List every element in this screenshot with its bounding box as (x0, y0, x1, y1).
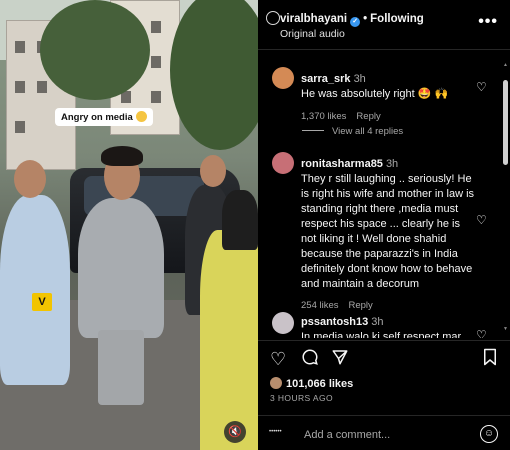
audio-link[interactable]: Original audio (280, 28, 345, 40)
posted-time[interactable]: 3 HOURS AGO (270, 393, 333, 403)
post-header: viralbhayani ✓ • Following Original audio •… (258, 0, 510, 50)
scroll-up-arrow-icon[interactable]: ▲ (503, 62, 508, 68)
view-replies-label: View all 4 replies (332, 126, 404, 137)
comment-time[interactable]: 3h (354, 73, 366, 85)
heart-icon[interactable]: ♡ (270, 349, 286, 370)
emoji-icon[interactable]: ☺ (480, 425, 498, 443)
view-replies-button[interactable]: View all 4 replies (302, 126, 403, 137)
comment-reply-button[interactable]: Reply (349, 300, 373, 311)
post-actions-bar: ♡ (258, 340, 510, 380)
scrollbar-thumb[interactable] (503, 80, 508, 165)
video-person-center-hair (101, 146, 143, 166)
bookmark-icon[interactable] (482, 348, 498, 371)
header-separator: • (363, 13, 368, 25)
liker-avatar (270, 377, 282, 389)
comment-text: In media walo ki self respect mar (301, 331, 462, 338)
comments-scrollbar[interactable]: ▲ ▼ (503, 62, 508, 332)
author-line: viralbhayani ✓ • Following (280, 13, 424, 27)
comment-time[interactable]: 3h (371, 316, 383, 328)
comment-likes[interactable]: 254 likes (301, 300, 339, 311)
following-button[interactable]: Following (370, 13, 424, 25)
comment-reply-button[interactable]: Reply (356, 111, 380, 122)
scroll-down-arrow-icon[interactable]: ▼ (503, 326, 508, 332)
video-person-yellow-top (222, 190, 258, 250)
comment-text: They r still laughing .. seriously! He i… (301, 173, 475, 290)
comment-username[interactable]: pssantosh13 (301, 316, 368, 328)
comment-like-heart-icon[interactable]: ♡ (476, 328, 487, 338)
replies-line-divider (302, 130, 324, 131)
comment-item: pssantosh13 3h In media walo ki self resp… (301, 312, 477, 338)
comment-username[interactable]: sarra_srk (301, 73, 351, 85)
comment-item: sarra_srk 3h He was absolutely right 🤩 🙌 … (301, 69, 477, 122)
post-side-panel: viralbhayani ✓ • Following Original audio •… (258, 0, 510, 450)
likes-count[interactable]: 101,066 likes (270, 377, 353, 390)
send-icon[interactable] (331, 348, 349, 371)
comment-time[interactable]: 3h (386, 158, 398, 170)
add-comment-bar: •••••• ☺ (258, 415, 510, 450)
video-caption-tag: Angry on media (55, 108, 153, 126)
comment-item: ronitasharma85 3h They r still laughing .… (301, 154, 477, 311)
caption-tag-text: Angry on media (61, 112, 133, 123)
video-tree-left (40, 0, 150, 100)
video-person-yellow (200, 230, 258, 450)
video-person-right-head (200, 155, 226, 187)
author-username[interactable]: viralbhayani (280, 13, 347, 25)
comment-avatar[interactable] (272, 67, 294, 89)
comment-icon[interactable] (301, 348, 319, 371)
video-person-center (78, 198, 164, 338)
comment-username[interactable]: ronitasharma85 (301, 158, 383, 170)
video-person-left (0, 195, 70, 385)
reel-video[interactable]: Angry on media V 🔇 (0, 0, 258, 450)
comment-sticker-icon[interactable]: •••••• (269, 429, 282, 435)
more-options-icon[interactable]: ••• (478, 13, 498, 31)
video-tree-right (170, 0, 258, 150)
add-comment-input[interactable] (304, 427, 474, 443)
verified-badge-icon: ✓ (350, 17, 361, 27)
watermark-logo: V (32, 293, 52, 311)
video-person-left-head (14, 160, 46, 198)
comments-list: sarra_srk 3h He was absolutely right 🤩 🙌 … (258, 50, 510, 338)
comment-likes[interactable]: 1,370 likes (301, 111, 346, 122)
author-avatar[interactable] (266, 11, 280, 25)
comment-avatar[interactable] (272, 312, 294, 334)
likes-count-text: 101,066 likes (286, 378, 354, 390)
comment-like-heart-icon[interactable]: ♡ (476, 80, 487, 94)
video-person-center-legs (98, 330, 144, 405)
comment-like-heart-icon[interactable]: ♡ (476, 213, 487, 227)
comment-text: He was absolutely right 🤩 🙌 (301, 88, 449, 100)
hot-face-emoji-icon (135, 111, 147, 122)
speaker-muted-icon[interactable]: 🔇 (224, 421, 246, 443)
comment-avatar[interactable] (272, 152, 294, 174)
